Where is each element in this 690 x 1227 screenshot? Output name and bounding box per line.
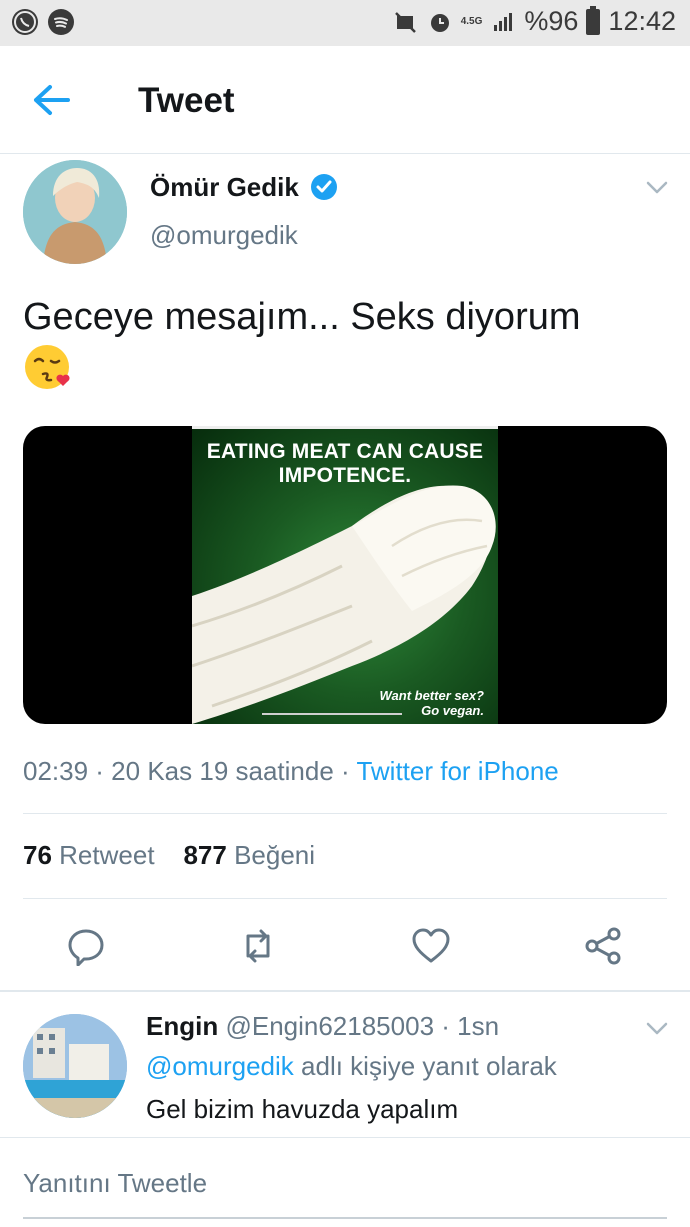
media-progress-bar	[262, 713, 402, 715]
reply-author-handle[interactable]: @Engin62185003	[225, 1011, 434, 1041]
clock: 12:42	[608, 6, 676, 36]
retweet-icon	[246, 929, 270, 963]
tweet-text-content: Geceye mesajım... Seks diyorum	[23, 296, 581, 338]
page-title: Tweet	[138, 81, 235, 120]
composer-underline	[23, 1217, 667, 1219]
signal-icon	[490, 9, 516, 35]
retweet-count[interactable]: 76	[23, 840, 52, 870]
battery-percentage: %96	[524, 6, 579, 36]
like-button[interactable]	[411, 926, 451, 966]
like-count[interactable]: 877	[183, 840, 226, 870]
reply-text: Gel bizim havuzda yapalım	[146, 1094, 459, 1124]
tweet-metadata: 02:39 · 20 Kas 19 saatinde · Twitter for…	[23, 756, 559, 787]
retweet-label[interactable]: Retweet	[59, 840, 154, 870]
verified-badge-icon	[310, 173, 338, 201]
heart-icon	[412, 928, 450, 963]
media-caption-top-line1: EATING MEAT CAN CAUSE	[206, 440, 484, 463]
author-handle[interactable]: @omurgedik	[150, 220, 298, 251]
network-type: 4.5G	[460, 15, 483, 27]
reply-author-avatar[interactable]	[23, 1014, 127, 1118]
app-header: Tweet	[0, 46, 690, 154]
share-icon	[585, 927, 621, 965]
author-avatar[interactable]	[23, 160, 127, 264]
retweet-button[interactable]	[238, 926, 278, 966]
no-notification-icon	[393, 9, 419, 35]
reply-author-name[interactable]: Engin	[146, 1011, 218, 1041]
media-caption-bottom-line1: Want better sex?	[379, 688, 484, 703]
reply-input[interactable]: Yanıtını Tweetle	[23, 1168, 207, 1199]
reply-to-suffix: adlı kişiye yanıt olarak	[293, 1051, 557, 1081]
reply-icon	[68, 929, 104, 967]
media-caption-top: EATING MEAT CAN CAUSE IMPOTENCE.	[192, 440, 498, 488]
tweet-stats: 76 Retweet 877 Beğeni	[23, 840, 315, 871]
divider	[23, 813, 667, 814]
reply-mention-link[interactable]: @omurgedik	[146, 1051, 294, 1081]
reply-composer: Yanıtını Tweetle	[0, 1137, 690, 1227]
reply-time: · 1sn	[441, 1011, 500, 1041]
status-bar: 4.5G %96 12:42	[0, 0, 690, 46]
spotify-icon	[48, 9, 74, 35]
whatsapp-icon	[12, 9, 38, 35]
section-separator	[0, 990, 690, 992]
back-arrow-icon	[34, 85, 70, 115]
tweet-source-link[interactable]: Twitter for iPhone	[356, 756, 558, 786]
replying-to: @omurgedik adlı kişiye yanıt olarak	[146, 1051, 557, 1082]
alarm-icon	[427, 9, 453, 35]
like-label[interactable]: Beğeni	[234, 840, 315, 870]
media-caption-top-line2: IMPOTENCE.	[278, 464, 412, 487]
reply-button[interactable]	[66, 926, 106, 967]
reply-header: Engin @Engin62185003 · 1sn	[146, 1011, 499, 1042]
battery-icon	[586, 5, 601, 35]
back-button[interactable]	[30, 80, 76, 120]
tweet-date: · 20 Kas 19 saatinde ·	[88, 756, 357, 786]
author-name[interactable]: Ömür Gedik	[150, 172, 299, 203]
tweet-media-image[interactable]: EATING MEAT CAN CAUSE IMPOTENCE. Want be…	[23, 426, 667, 724]
share-button[interactable]	[583, 926, 623, 966]
tweet-actions	[0, 918, 690, 972]
media-image-content: EATING MEAT CAN CAUSE IMPOTENCE. Want be…	[192, 426, 498, 724]
tweet-options-chevron-down-icon[interactable]	[645, 180, 669, 196]
reply-options-chevron-down-icon[interactable]	[645, 1021, 669, 1037]
media-caption-bottom-line2: Go vegan.	[421, 703, 484, 718]
kissing-face-emoji-icon	[23, 342, 73, 392]
tweet-time: 02:39	[23, 756, 89, 786]
divider	[23, 898, 667, 899]
tweet-text: Geceye mesajım... Seks diyorum	[23, 293, 663, 392]
